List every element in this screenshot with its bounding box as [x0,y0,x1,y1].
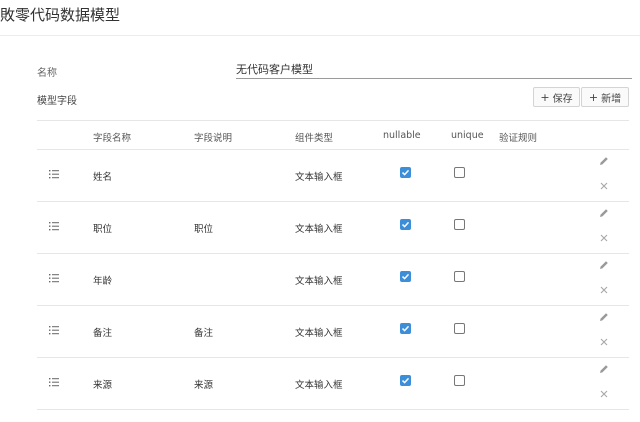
close-icon[interactable] [600,390,608,398]
column-header-nullable: nullable [383,130,421,141]
field-name: 职位 [93,224,113,235]
column-header-component: 组件类型 [295,133,334,144]
drag-handle-icon[interactable] [49,274,59,283]
model-fields-label: 模型字段 [37,96,77,107]
unique-checkbox[interactable] [454,375,465,386]
column-header-desc: 字段说明 [194,133,233,144]
table-header: 字段名称 字段说明 组件类型 nullable unique 验证规则 [37,120,629,150]
pencil-icon[interactable] [599,364,609,374]
field-component-type: 文本输入框 [295,380,343,391]
name-label: 名称 [37,68,57,79]
table-row: 年龄 文本输入框 [37,254,629,306]
close-icon[interactable] [600,338,608,346]
plus-icon: + [588,90,599,104]
model-fields-table: 字段名称 字段说明 组件类型 nullable unique 验证规则 姓名 文… [37,120,629,410]
field-name: 姓名 [93,172,113,183]
field-component-type: 文本输入框 [295,172,343,183]
pencil-icon[interactable] [599,208,609,218]
drag-handle-icon[interactable] [49,326,59,335]
field-description: 备注 [194,328,214,339]
drag-handle-icon[interactable] [49,170,59,179]
save-button[interactable]: + 保存 [533,87,580,107]
column-header-validation: 验证规则 [499,133,538,144]
table-row: 职位 职位 文本输入框 [37,202,629,254]
header-divider [0,35,640,36]
field-component-type: 文本输入框 [295,224,343,235]
nullable-checkbox[interactable] [400,167,411,178]
add-button[interactable]: + 新增 [581,87,629,107]
close-icon[interactable] [600,182,608,190]
unique-checkbox[interactable] [454,271,465,282]
nullable-checkbox[interactable] [400,219,411,230]
field-description: 来源 [194,380,214,391]
close-icon[interactable] [600,286,608,294]
pencil-icon[interactable] [599,260,609,270]
unique-checkbox[interactable] [454,167,465,178]
check-icon [401,325,410,332]
field-name: 备注 [93,328,113,339]
column-header-unique: unique [451,130,484,141]
drag-handle-icon[interactable] [49,378,59,387]
table-row: 姓名 文本输入框 [37,150,629,202]
field-name: 年龄 [93,276,113,287]
model-name-input[interactable] [236,60,632,79]
nullable-checkbox[interactable] [400,375,411,386]
drag-handle-icon[interactable] [49,222,59,231]
check-icon [401,221,410,228]
field-name: 来源 [93,380,113,391]
pencil-icon[interactable] [599,312,609,322]
plus-icon: + [540,90,550,104]
check-icon [401,273,410,280]
field-component-type: 文本输入框 [295,328,343,339]
save-button-label: 保存 [552,93,573,105]
page-title: 敗零代码数据模型 [0,6,121,24]
unique-checkbox[interactable] [454,219,465,230]
close-icon[interactable] [600,234,608,242]
check-icon [401,377,410,384]
column-header-name: 字段名称 [93,133,132,144]
table-body: 姓名 文本输入框 职位 职位 文本输入框 年龄 文本输入框 备注 备注 文本输入… [37,150,629,410]
table-row: 来源 来源 文本输入框 [37,358,629,410]
nullable-checkbox[interactable] [400,271,411,282]
unique-checkbox[interactable] [454,323,465,334]
field-component-type: 文本输入框 [295,276,343,287]
table-row: 备注 备注 文本输入框 [37,306,629,358]
nullable-checkbox[interactable] [400,323,411,334]
check-icon [401,169,410,176]
add-button-label: 新增 [601,93,622,105]
field-description: 职位 [194,224,214,235]
pencil-icon[interactable] [599,156,609,166]
